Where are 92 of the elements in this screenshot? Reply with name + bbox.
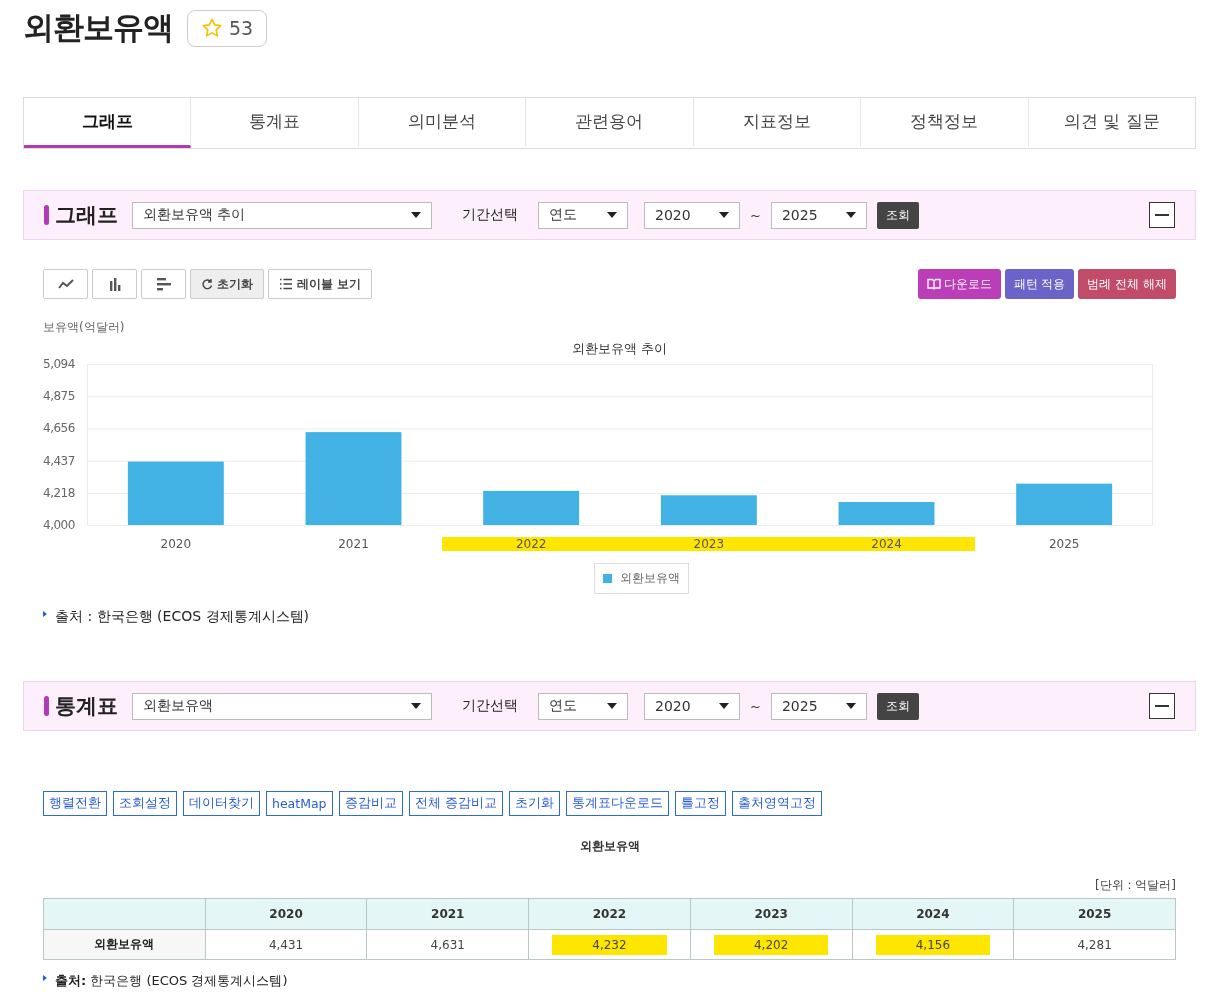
y-tick-label: 4,437 [43, 453, 75, 468]
collapse-button[interactable] [1149, 693, 1175, 719]
period-label: 기간선택 [462, 206, 518, 224]
caret-icon [411, 212, 421, 218]
y-tick-label: 4,218 [43, 485, 75, 500]
caret-icon [411, 703, 421, 709]
source-note: 출처: 한국은행 (ECOS 경제통계시스템) [55, 972, 288, 990]
x-tick-label: 2023 [620, 537, 798, 551]
column-header: 2021 [366, 898, 529, 930]
table-tool-button[interactable]: 통계표다운로드 [565, 791, 669, 816]
label-view-button[interactable]: 레이블 보기 [268, 269, 373, 299]
range-separator: ~ [750, 207, 761, 223]
list-icon [279, 278, 293, 290]
book-icon [926, 278, 941, 290]
column-header: 2022 [528, 898, 691, 930]
table-tool-button[interactable]: 조회설정 [113, 791, 177, 816]
download-button[interactable]: 다운로드 [917, 269, 1001, 299]
tab[interactable]: 그래프 [24, 98, 192, 148]
pattern-button[interactable]: 패턴 적용 [1004, 269, 1075, 299]
heading-marker [44, 696, 49, 716]
collapse-button[interactable] [1149, 202, 1175, 228]
legend-item[interactable]: 외환보유액 [594, 563, 689, 594]
caret-icon [607, 703, 617, 709]
table-tool-button[interactable]: 행렬전환 [43, 791, 107, 816]
table-cell: 4,281 [1013, 929, 1176, 960]
start-year-select[interactable]: 2020 [644, 201, 740, 229]
series-select[interactable]: 외환보유액 추이 [132, 201, 432, 229]
table-cell: 4,431 [205, 929, 367, 960]
horizontal-bar-chart-button[interactable] [141, 269, 186, 299]
column-header: 2024 [852, 898, 1014, 930]
bar-chart-button[interactable] [92, 269, 137, 299]
caret-icon [845, 703, 856, 709]
table-cell: 4,202 [690, 929, 852, 960]
table-tool-button[interactable]: 전체 증감비교 [408, 791, 503, 816]
caret-icon [719, 212, 729, 218]
row-header: 외환보유액 [43, 929, 206, 960]
table-cell: 4,156 [852, 929, 1014, 960]
table-tool-button[interactable]: 초기화 [508, 791, 560, 816]
star-icon [201, 17, 223, 39]
table-tool-button[interactable]: 데이터찾기 [183, 791, 260, 816]
x-tick-label: 2022 [442, 537, 620, 551]
bar-chart-icon [107, 277, 122, 291]
table-tool-button[interactable]: heatMap [266, 791, 333, 816]
end-year-select[interactable]: 2025 [770, 692, 867, 720]
column-header: 2025 [1013, 898, 1176, 930]
bullet-icon [43, 611, 47, 617]
reset-button[interactable]: 초기화 [190, 269, 264, 299]
column-header: 2023 [690, 898, 852, 930]
favorite-button[interactable]: 53 [187, 9, 268, 47]
line-chart-button[interactable] [43, 269, 88, 299]
range-separator: ~ [750, 698, 761, 714]
y-tick-label: 4,875 [43, 389, 75, 404]
minus-icon [1155, 705, 1169, 707]
bullet-icon [43, 975, 47, 981]
table-cell: 4,232 [528, 929, 691, 960]
caret-icon [719, 703, 729, 709]
series-select[interactable]: 외환보유액 [132, 692, 432, 720]
chart-title: 외환보유액 추이 [570, 340, 669, 358]
x-tick-label: 2024 [797, 537, 976, 551]
legend-clear-button[interactable]: 범례 전체 해제 [1078, 269, 1176, 299]
x-tick-label: 2020 [159, 537, 193, 551]
refresh-icon [201, 278, 213, 290]
x-tick-label: 2025 [1047, 537, 1081, 551]
minus-icon [1155, 214, 1169, 216]
period-type-select[interactable]: 연도 [538, 692, 628, 720]
y-tick-label: 5,094 [43, 357, 75, 371]
table-tool-button[interactable]: 틀고정 [674, 791, 726, 816]
table-title: 외환보유액 [578, 838, 641, 855]
line-chart-icon [57, 278, 74, 290]
panel-heading: 그래프 [55, 202, 118, 229]
query-button[interactable]: 조회 [876, 201, 919, 229]
panel-heading: 통계표 [55, 693, 118, 720]
unit-label: [단위 : 억달러] [1093, 877, 1176, 894]
start-year-select[interactable]: 2020 [644, 692, 740, 720]
heading-marker [44, 205, 49, 225]
query-button[interactable]: 조회 [876, 692, 919, 720]
period-type-select[interactable]: 연도 [538, 201, 628, 229]
end-year-select[interactable]: 2025 [770, 201, 867, 229]
column-header: 2020 [205, 898, 367, 930]
source-note: 출처 : 한국은행 (ECOS 경제통계시스템) [55, 608, 309, 626]
caret-icon [607, 212, 617, 218]
y-axis-title: 보유액(억달러) [43, 319, 126, 336]
table-tool-button[interactable]: 출처영역고정 [731, 791, 822, 816]
page-title: 외환보유액 [23, 8, 173, 47]
y-tick-label: 4,000 [43, 518, 75, 532]
y-tick-label: 4,656 [43, 421, 75, 436]
table-cell: 4,631 [366, 929, 529, 960]
period-label: 기간선택 [462, 697, 518, 715]
caret-icon [845, 212, 856, 218]
horizontal-bar-chart-icon [155, 277, 172, 291]
table-tool-button[interactable]: 증감비교 [338, 791, 403, 816]
x-tick-label: 2021 [337, 537, 370, 551]
